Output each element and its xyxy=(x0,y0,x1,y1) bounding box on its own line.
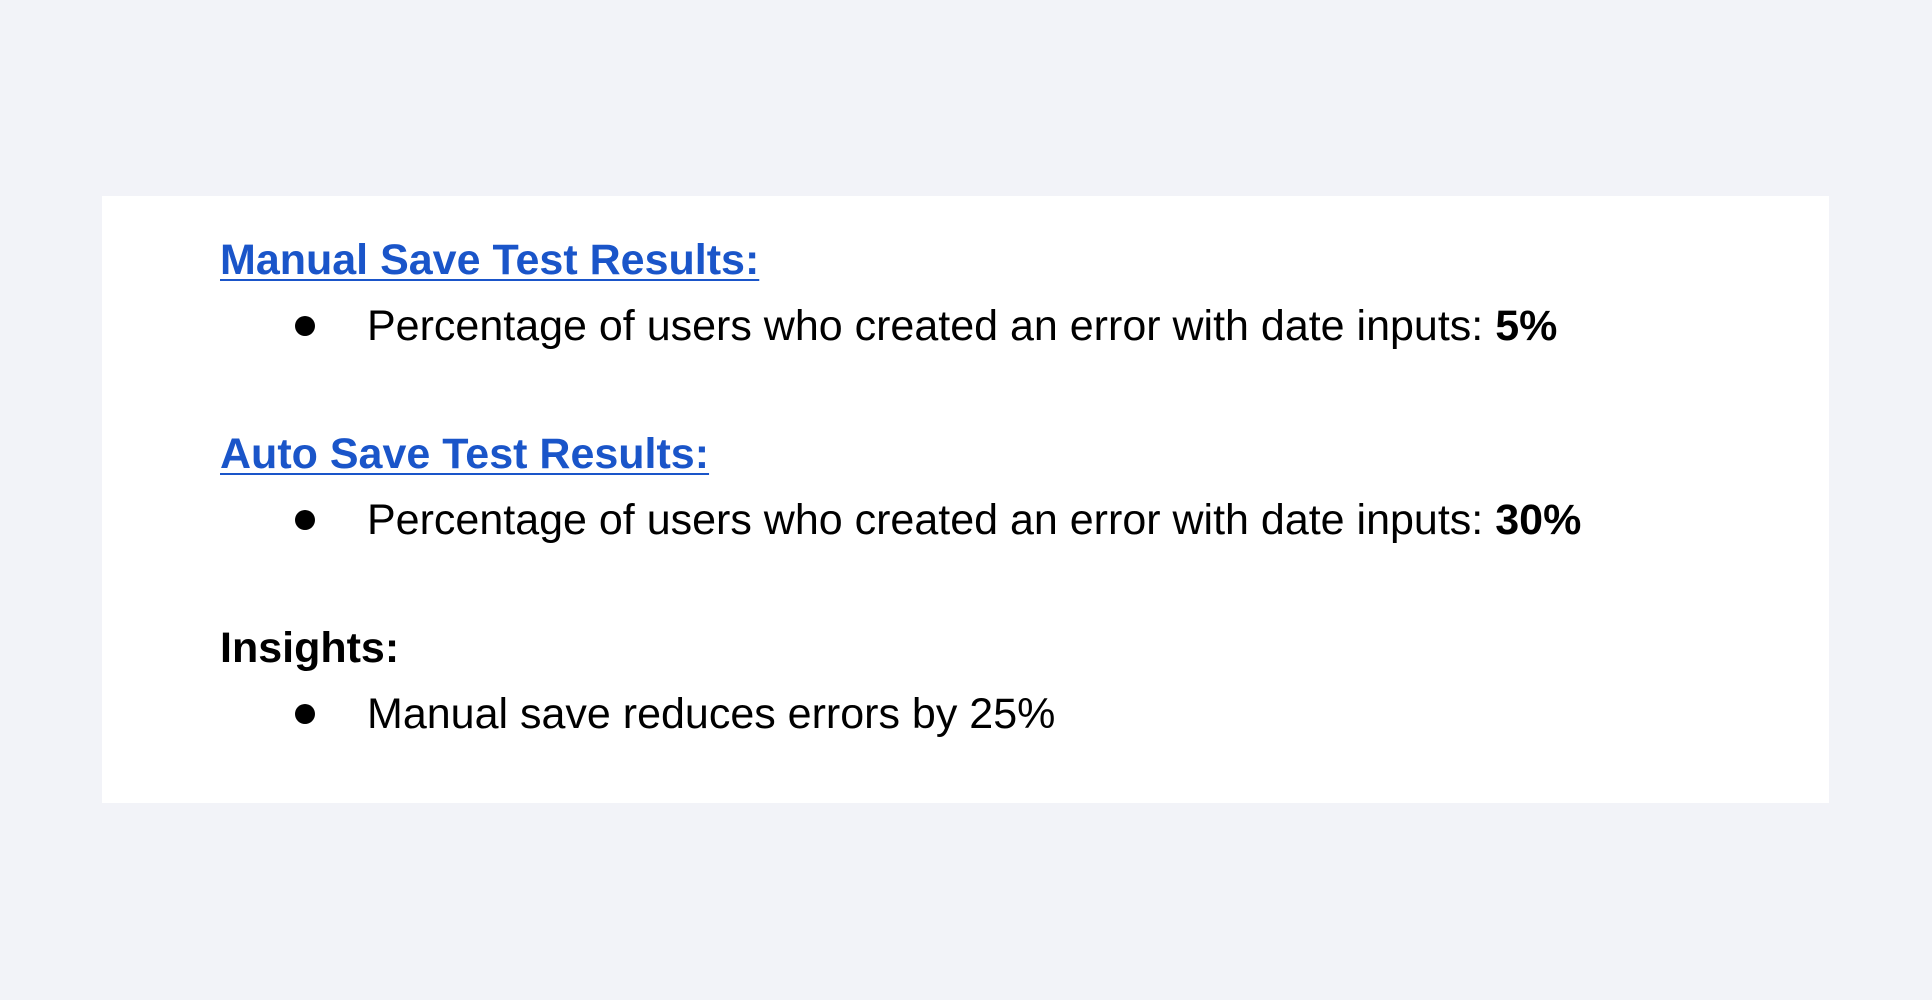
bullet-text: Manual save reduces errors by 25% xyxy=(367,689,1056,738)
bullet-icon xyxy=(295,704,315,724)
list-item-auto-save-error-rate: Percentage of users who created an error… xyxy=(292,494,1581,546)
list-item-manual-save-error-rate: Percentage of users who created an error… xyxy=(292,300,1557,352)
bullet-text: Percentage of users who created an error… xyxy=(367,301,1484,350)
error-rate-value: 5% xyxy=(1495,301,1558,350)
bullet-icon xyxy=(295,510,315,530)
error-rate-value: 30% xyxy=(1495,495,1582,544)
manual-save-results-heading[interactable]: Manual Save Test Results: xyxy=(220,234,759,286)
auto-save-results-heading[interactable]: Auto Save Test Results: xyxy=(220,428,709,480)
insights-heading: Insights: xyxy=(220,624,400,672)
list-item-insight: Manual save reduces errors by 25% xyxy=(292,688,1055,740)
bullet-icon xyxy=(295,316,315,336)
bullet-text: Percentage of users who created an error… xyxy=(367,495,1484,544)
document-card: Manual Save Test Results: Percentage of … xyxy=(102,196,1829,803)
